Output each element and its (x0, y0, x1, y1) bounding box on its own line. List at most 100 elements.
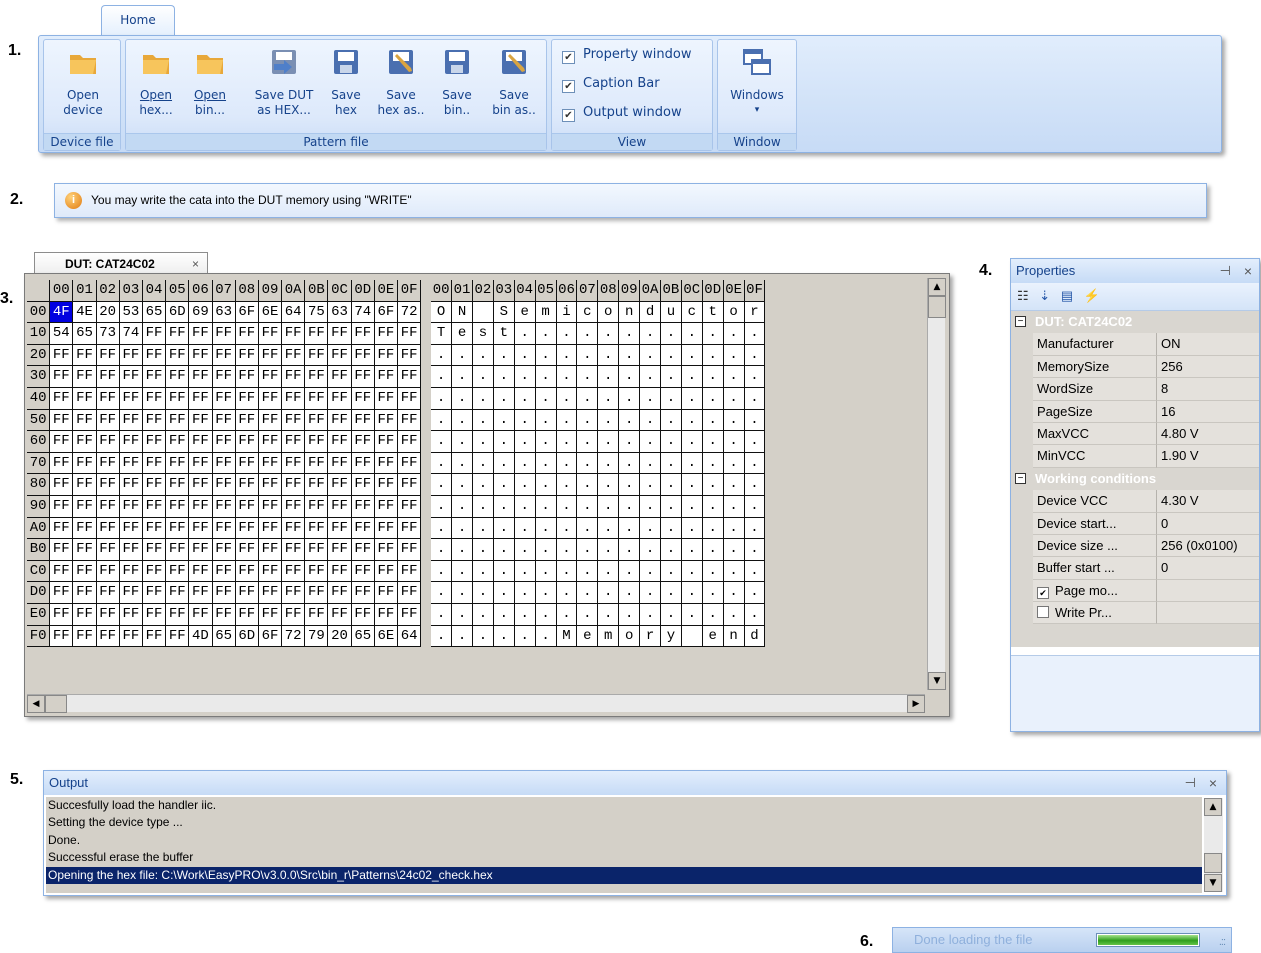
ascii-char-cell[interactable]: . (472, 603, 494, 626)
hex-byte-cell[interactable]: FF (282, 582, 306, 604)
hex-byte-cell[interactable]: FF (142, 409, 167, 432)
property-value[interactable]: 256 (0x0100) (1157, 534, 1259, 558)
hex-byte-cell[interactable]: FF (398, 323, 422, 345)
close-icon[interactable]: × (1209, 771, 1217, 795)
ascii-char-cell[interactable]: . (493, 344, 515, 367)
ascii-char-cell[interactable]: . (556, 366, 578, 388)
property-row[interactable]: MaxVCC 4.80 V (1011, 422, 1259, 446)
hex-byte-cell[interactable]: FF (374, 431, 398, 453)
ascii-char-cell[interactable]: . (681, 603, 703, 626)
hex-byte-cell[interactable]: FF (96, 452, 120, 475)
hex-byte-cell[interactable]: FF (166, 625, 190, 648)
ascii-char-cell[interactable]: N (452, 301, 473, 324)
hex-byte-cell[interactable]: FF (96, 539, 120, 561)
ascii-char-cell[interactable]: . (472, 625, 494, 648)
ascii-char-cell[interactable]: . (598, 387, 620, 410)
hex-byte-cell[interactable]: FF (374, 474, 398, 496)
hex-byte-cell[interactable]: FF (166, 603, 190, 626)
hex-byte-cell[interactable]: FF (258, 582, 283, 604)
ascii-char-cell[interactable]: . (535, 539, 557, 561)
hex-byte-cell[interactable]: FF (73, 539, 97, 561)
ascii-char-cell[interactable]: . (598, 582, 620, 604)
property-row[interactable]: MemorySize 256 (1011, 355, 1259, 379)
ascii-char-cell[interactable]: . (493, 409, 515, 432)
hex-byte-cell[interactable]: FF (235, 539, 259, 561)
hex-byte-cell[interactable]: FF (351, 344, 375, 367)
hex-byte-cell[interactable]: FF (189, 323, 213, 345)
ascii-char-cell[interactable]: . (744, 366, 766, 388)
ascii-char-cell[interactable]: . (660, 495, 682, 518)
ascii-char-cell[interactable]: . (514, 323, 536, 345)
hex-byte-cell[interactable]: FF (328, 452, 352, 475)
ascii-char-cell[interactable]: . (535, 517, 557, 540)
ascii-char-cell[interactable]: . (577, 431, 599, 453)
hex-byte-cell[interactable]: FF (73, 366, 97, 388)
hex-byte-cell[interactable]: FF (119, 387, 143, 410)
ascii-char-cell[interactable]: . (535, 625, 557, 648)
ascii-char-cell[interactable]: . (577, 474, 599, 496)
hex-byte-cell[interactable]: FF (50, 452, 74, 475)
hex-byte-cell[interactable]: FF (119, 517, 143, 540)
ascii-char-cell[interactable]: . (640, 366, 661, 388)
hex-byte-cell[interactable]: FF (212, 539, 236, 561)
ascii-char-cell[interactable]: . (598, 452, 620, 475)
hex-byte-cell[interactable]: FF (50, 387, 74, 410)
hex-byte-cell[interactable]: FF (328, 409, 352, 432)
hex-byte-cell[interactable]: FF (398, 409, 422, 432)
property-row[interactable]: Buffer start ... 0 (1011, 557, 1259, 580)
hex-byte-cell[interactable]: FF (189, 517, 213, 540)
hex-byte-cell[interactable]: FF (142, 495, 167, 518)
hex-byte-cell[interactable]: FF (212, 431, 236, 453)
hex-byte-cell[interactable]: FF (351, 539, 375, 561)
hex-byte-cell[interactable]: FF (50, 495, 74, 518)
pin-icon[interactable]: ⊣ (1185, 771, 1196, 795)
hex-byte-cell[interactable]: FF (166, 474, 190, 496)
ascii-char-cell[interactable]: . (472, 387, 494, 410)
hex-byte-cell[interactable]: FF (73, 560, 97, 583)
caption-bar-checkbox[interactable]: ✔ Caption Bar (562, 76, 660, 93)
ascii-char-cell[interactable]: . (452, 625, 473, 648)
hex-byte-cell[interactable]: FF (398, 560, 422, 583)
ascii-char-cell[interactable]: . (598, 474, 620, 496)
hex-byte-cell[interactable]: FF (73, 517, 97, 540)
property-value[interactable]: ON (1157, 333, 1259, 356)
ascii-char-cell[interactable]: . (452, 366, 473, 388)
ascii-char-cell[interactable]: d (640, 301, 661, 324)
hex-byte-cell[interactable]: FF (374, 323, 398, 345)
ascii-char-cell[interactable]: . (452, 387, 473, 410)
ascii-char-cell[interactable]: . (472, 495, 494, 518)
hex-byte-cell[interactable]: FF (189, 474, 213, 496)
ascii-char-cell[interactable]: . (702, 452, 724, 475)
ascii-char-cell[interactable]: . (640, 474, 661, 496)
hex-byte-cell[interactable]: FF (189, 603, 213, 626)
hex-byte-cell[interactable]: FF (142, 323, 167, 345)
hex-byte-cell[interactable]: FF (166, 452, 190, 475)
property-category[interactable]: − Working conditions (1011, 467, 1259, 491)
ascii-char-cell[interactable]: . (744, 474, 766, 496)
ascii-char-cell[interactable]: . (535, 452, 557, 475)
hex-byte-cell[interactable]: FF (258, 517, 283, 540)
ascii-char-cell[interactable]: S (493, 301, 515, 324)
ascii-char-cell[interactable]: . (577, 603, 599, 626)
hex-byte-cell[interactable]: FF (119, 409, 143, 432)
output-line[interactable]: Setting the device type ... (46, 814, 1202, 831)
property-row[interactable]: Device start... 0 (1011, 512, 1259, 535)
hex-byte-cell[interactable]: FF (258, 323, 283, 345)
hex-byte-cell[interactable]: FF (96, 387, 120, 410)
hex-byte-cell[interactable]: FF (374, 409, 398, 432)
ascii-char-cell[interactable]: . (598, 344, 620, 367)
ascii-char-cell[interactable]: . (535, 366, 557, 388)
hex-byte-cell[interactable]: FF (73, 387, 97, 410)
ascii-char-cell[interactable]: . (640, 344, 661, 367)
ascii-char-cell[interactable]: . (535, 495, 557, 518)
property-row[interactable]: WordSize 8 (1011, 378, 1259, 401)
ascii-char-cell[interactable]: . (619, 582, 641, 604)
hex-byte-cell[interactable]: FF (212, 582, 236, 604)
hex-byte-cell[interactable]: FF (351, 517, 375, 540)
ascii-char-cell[interactable]: . (723, 387, 745, 410)
ascii-char-cell[interactable]: . (598, 603, 620, 626)
ascii-char-cell[interactable]: . (640, 517, 661, 540)
ascii-char-cell[interactable]: . (577, 452, 599, 475)
hex-byte-cell[interactable]: FF (398, 387, 422, 410)
ascii-char-cell[interactable]: . (598, 366, 620, 388)
